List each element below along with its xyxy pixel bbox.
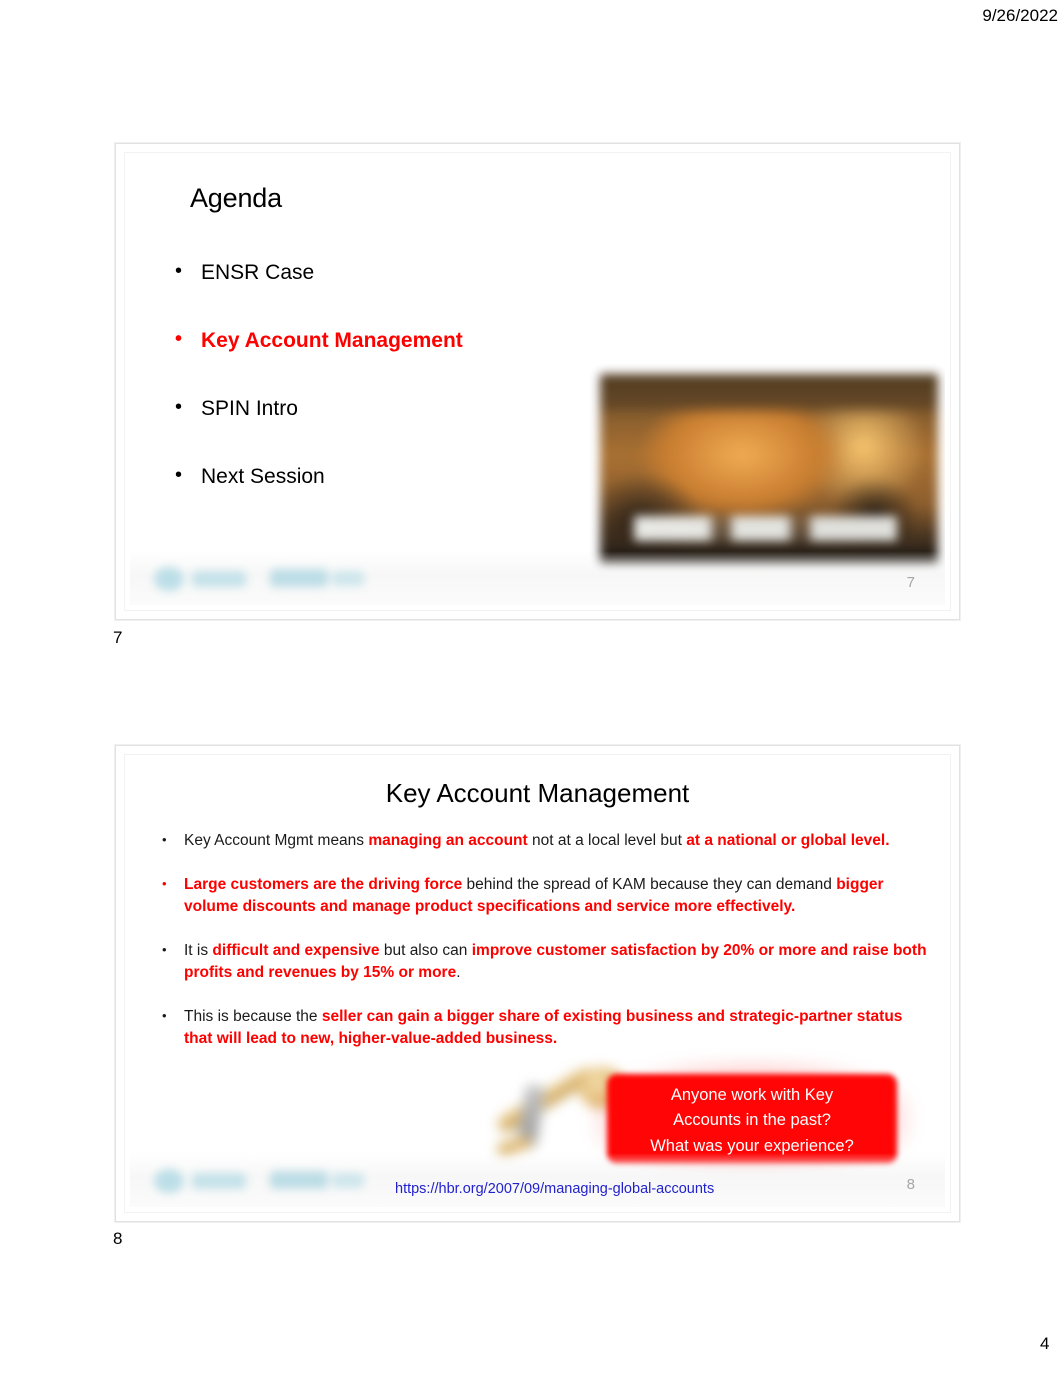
run-plain: It is [184, 942, 213, 959]
agenda-item-label: Next Session [201, 465, 325, 489]
agenda-item-key-account-management: • Key Account Management [175, 328, 605, 353]
kam-bullet-2: • Large customers are the driving force … [162, 874, 932, 918]
kam-bullet-1-text: Key Account Mgmt means managing an accou… [184, 830, 932, 852]
slide-8: Key Account Management • Key Account Mgm… [115, 745, 960, 1222]
slide-8-number: 8 [906, 1176, 915, 1193]
bullet-marker-icon: • [175, 464, 183, 487]
run-plain: behind the spread of KAM because they ca… [462, 876, 837, 893]
thumbnail-caption-bar [633, 516, 898, 542]
handout-page-number-8: 8 [113, 1229, 123, 1248]
key-shaft [494, 1064, 596, 1135]
kam-bullet-3-text: It is difficult and expensive but also c… [184, 940, 932, 984]
bullet-marker-icon: • [162, 942, 167, 957]
logo-word-2 [270, 1171, 328, 1189]
handout-page-number-7: 7 [113, 628, 123, 647]
run-highlight: difficult and expensive [212, 942, 380, 959]
callout-line-2: Accounts in the past? [673, 1111, 831, 1130]
agenda-item-label: Key Account Management [201, 329, 463, 353]
slide-8-content: Key Account Management • Key Account Mgm… [130, 760, 945, 1207]
video-thumbnail-image [600, 374, 938, 566]
run-highlight: Large customers are the driving force [184, 876, 463, 893]
callout-line-1: Anyone work with Key [670, 1086, 834, 1105]
kam-bullet-3: • It is difficult and expensive but also… [162, 940, 932, 984]
logo-word-3 [332, 571, 364, 586]
kam-bullet-4: • This is because the seller can gain a … [162, 1006, 932, 1050]
bullet-marker-icon: • [162, 876, 167, 891]
document-date: 9/26/2022 [982, 6, 1058, 25]
kam-bullet-1: • Key Account Mgmt means managing an acc… [162, 830, 932, 852]
logo-word-1 [192, 571, 246, 587]
run-plain: Key Account Mgmt means [184, 832, 369, 849]
logo-word-3 [332, 1173, 364, 1188]
bullet-marker-icon: • [175, 260, 183, 282]
bullet-marker-icon: • [162, 832, 167, 847]
slide-7-logo-watermark [142, 559, 372, 599]
agenda-item-spin-intro: • SPIN Intro [175, 396, 605, 421]
slide-8-logo-watermark [142, 1161, 372, 1201]
agenda-item-label: ENSR Case [201, 261, 315, 284]
run-plain: . [456, 964, 461, 981]
agenda-item-ensr-case: • ENSR Case [175, 260, 605, 285]
bullet-marker-icon: • [162, 1008, 167, 1023]
slide-7-content: Agenda • ENSR Case • Key Account Managem… [130, 158, 945, 605]
run-highlight: managing an account [368, 832, 528, 849]
bullet-marker-icon: • [175, 396, 183, 419]
hbr-article-link[interactable]: https://hbr.org/2007/09/managing-global-… [395, 1181, 714, 1197]
agenda-list: • ENSR Case • Key Account Management • S… [175, 261, 605, 533]
thumbnail-top-band [600, 374, 938, 417]
run-plain: but also can [379, 942, 472, 959]
discussion-callout-text: Anyone work with Key Accounts in the pas… [607, 1078, 897, 1164]
logo-mark-icon [154, 1169, 184, 1193]
agenda-item-label: SPIN Intro [201, 397, 298, 421]
logo-word-1 [192, 1173, 246, 1189]
slide-7-number: 7 [906, 574, 915, 591]
slide-7: Agenda • ENSR Case • Key Account Managem… [115, 143, 960, 620]
run-plain: This is because the [184, 1008, 322, 1025]
logo-mark-icon [154, 567, 184, 591]
slide-8-title: Key Account Management [385, 778, 690, 808]
agenda-item-next-session: • Next Session [175, 464, 605, 489]
slide-7-title: Agenda [190, 183, 282, 213]
run-highlight: at a national or global level. [686, 832, 890, 849]
kam-bullet-2-text: Large customers are the driving force be… [184, 874, 932, 918]
kam-bullet-4-text: This is because the seller can gain a bi… [184, 1006, 932, 1050]
bullet-marker-icon: • [175, 328, 183, 351]
logo-word-2 [270, 569, 328, 587]
run-plain: not at a local level but [527, 832, 687, 849]
kam-bullet-list: • Key Account Mgmt means managing an acc… [162, 830, 932, 1072]
document-corner-page-number: 4 [1040, 1334, 1050, 1353]
